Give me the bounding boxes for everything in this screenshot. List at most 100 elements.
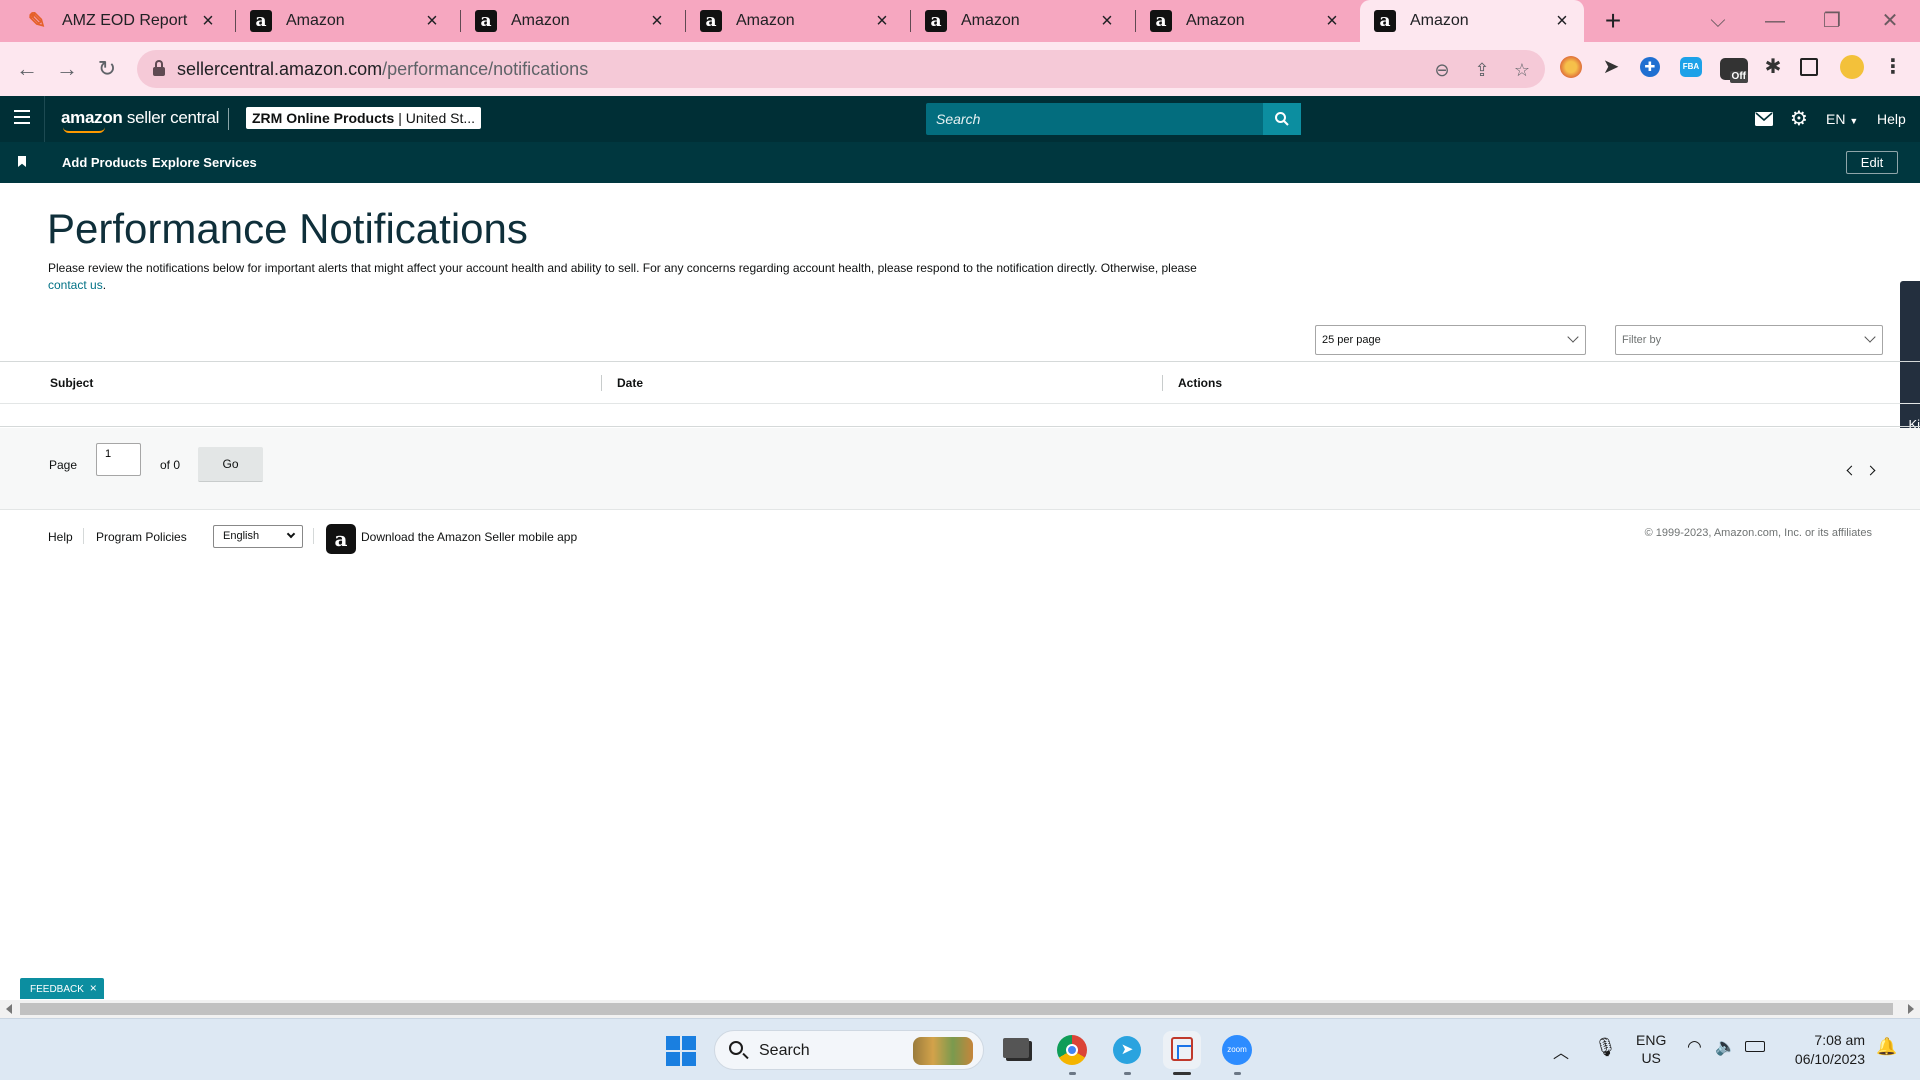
window-close-icon[interactable]: ✕ <box>1870 6 1910 36</box>
amazon-a-icon: a <box>1150 10 1172 32</box>
subnav-explore-services[interactable]: Explore Services <box>152 155 257 170</box>
url-text[interactable]: sellercentral.amazon.com/performance/not… <box>177 59 588 80</box>
zoom-out-icon[interactable]: ⊖ <box>1431 59 1453 81</box>
column-header-date[interactable]: Date <box>617 376 643 390</box>
zoom-icon[interactable]: zoom <box>1218 1031 1256 1075</box>
seller-central-logo[interactable]: amazon seller central <box>61 108 219 133</box>
extension-fba-icon[interactable]: FBA <box>1680 57 1702 77</box>
page-title: Performance Notifications <box>47 205 528 252</box>
chrome-icon[interactable] <box>1053 1031 1091 1075</box>
language-indicator[interactable]: ENG US <box>1636 1031 1666 1067</box>
feedback-button[interactable]: FEEDBACK × <box>20 978 104 999</box>
scroll-left-arrow-icon[interactable] <box>6 1004 12 1014</box>
tab-amazon[interactable]: a Amazon × <box>236 0 454 42</box>
show-hidden-icons-chevron-icon[interactable]: ︿ <box>1553 1039 1569 1063</box>
copyright-text: © 1999-2023, Amazon.com, Inc. or its aff… <box>1644 527 1872 539</box>
side-panel-icon[interactable] <box>1800 58 1818 76</box>
feedback-close-icon[interactable]: × <box>90 981 97 995</box>
file-explorer-icon[interactable] <box>1000 1031 1038 1069</box>
address-bar[interactable]: sellercentral.amazon.com/performance/not… <box>137 50 1545 88</box>
extension-off-icon[interactable]: Off <box>1720 58 1748 83</box>
footer-program-policies-link[interactable]: Program Policies <box>96 530 187 544</box>
scrollbar-thumb[interactable] <box>20 1003 1893 1015</box>
volume-icon[interactable]: 🔈 <box>1715 1037 1736 1057</box>
close-icon[interactable]: × <box>647 11 667 31</box>
close-icon[interactable]: × <box>422 11 442 31</box>
subnav-add-products[interactable]: Add Products <box>62 155 147 170</box>
hamburger-menu-icon[interactable] <box>14 110 30 124</box>
settings-gear-icon[interactable]: ⚙ <box>1790 108 1808 130</box>
battery-icon[interactable] <box>1745 1041 1765 1052</box>
mail-icon[interactable] <box>1755 108 1773 130</box>
reload-icon[interactable]: ↻ <box>92 54 122 84</box>
tab-amazon[interactable]: a Amazon × <box>911 0 1129 42</box>
next-page-icon[interactable] <box>1865 465 1876 476</box>
lock-icon[interactable] <box>153 60 165 76</box>
page-number-input[interactable] <box>96 443 141 476</box>
close-icon[interactable]: × <box>1097 11 1117 31</box>
menu-dots-icon[interactable]: ⋮ <box>1880 54 1906 80</box>
close-icon[interactable]: × <box>872 11 892 31</box>
prev-page-icon[interactable] <box>1846 465 1857 476</box>
header-divider <box>44 96 45 142</box>
store-selector[interactable]: ZRM Online Products | United St... <box>246 107 482 129</box>
bookmark-icon[interactable] <box>18 156 26 167</box>
windows-start-button[interactable] <box>666 1036 696 1066</box>
caret-down-icon: ▼ <box>1849 116 1859 126</box>
download-app-link[interactable]: Download the Amazon Seller mobile app <box>361 530 577 544</box>
tab-search-chevron-icon[interactable]: ⌵ <box>1698 6 1738 36</box>
contact-us-link[interactable]: contact us <box>48 278 103 292</box>
notification-bell-icon[interactable]: 🔔 <box>1876 1037 1897 1057</box>
off-badge: Off <box>1729 71 1748 83</box>
horizontal-scrollbar[interactable] <box>0 1000 1920 1018</box>
header-help-link[interactable]: Help <box>1877 108 1906 130</box>
edit-button[interactable]: Edit <box>1846 151 1898 174</box>
extension-blue-icon[interactable]: ✚ <box>1640 57 1660 77</box>
new-tab-button[interactable]: + <box>1598 6 1628 36</box>
pagination-bar: Page of 0 Go <box>0 428 1920 510</box>
go-button[interactable]: Go <box>198 447 263 482</box>
restore-icon[interactable]: ❐ <box>1812 6 1852 36</box>
taskbar-search[interactable]: Search <box>714 1030 984 1070</box>
microphone-icon[interactable]: 🎙 <box>1594 1037 1617 1058</box>
search-input[interactable] <box>926 103 1264 135</box>
tab-amazon[interactable]: a Amazon × <box>1136 0 1354 42</box>
tab-amazon[interactable]: a Amazon × <box>461 0 679 42</box>
snipping-tool-icon[interactable] <box>1163 1031 1201 1075</box>
tab-amz-eod-report[interactable]: ✎ AMZ EOD Report × <box>12 0 230 42</box>
back-arrow-icon[interactable]: ← <box>12 54 42 84</box>
search-button[interactable] <box>1263 103 1301 135</box>
tab-amazon[interactable]: a Amazon × <box>686 0 904 42</box>
scroll-right-arrow-icon[interactable] <box>1908 1004 1914 1014</box>
telegram-icon[interactable]: ➤ <box>1108 1031 1146 1075</box>
bookmark-star-icon[interactable]: ☆ <box>1511 59 1533 81</box>
column-header-subject[interactable]: Subject <box>50 376 93 390</box>
filter-by-select[interactable]: Filter by <box>1615 325 1883 355</box>
extensions-puzzle-icon[interactable]: ✱ <box>1760 54 1786 80</box>
close-icon[interactable]: × <box>1322 11 1342 31</box>
language-selector[interactable]: EN ▼ <box>1826 108 1858 130</box>
tab-amazon-active[interactable]: a Amazon × <box>1360 0 1584 42</box>
extension-orange-icon[interactable] <box>1560 56 1582 78</box>
per-page-select[interactable]: 25 per page <box>1315 325 1586 355</box>
minimize-icon[interactable]: — <box>1755 6 1795 36</box>
extension-arrow-icon[interactable]: ➤ <box>1598 54 1624 80</box>
footer-help-link[interactable]: Help <box>48 530 73 544</box>
wifi-icon[interactable]: ◠ <box>1687 1037 1702 1057</box>
forward-arrow-icon[interactable]: → <box>52 54 82 84</box>
amazon-a-icon: a <box>1374 10 1396 32</box>
table-header: Subject Date Actions <box>0 362 1920 404</box>
column-header-actions[interactable]: Actions <box>1178 376 1222 390</box>
amazon-a-icon: a <box>250 10 272 32</box>
clock[interactable]: 7:08 am 06/10/2023 <box>1785 1031 1865 1069</box>
search-icon <box>729 1041 743 1055</box>
footer-language-select[interactable]: English <box>213 525 303 548</box>
taskbar-search-label: Search <box>759 1042 810 1059</box>
close-icon[interactable]: × <box>1552 11 1572 31</box>
amazon-app-icon[interactable]: a <box>326 524 356 554</box>
tab-title: Amazon <box>1186 12 1245 29</box>
share-icon[interactable]: ⇪ <box>1471 59 1493 81</box>
seller-central-header: amazon seller central ZRM Online Product… <box>0 96 1920 142</box>
profile-avatar[interactable] <box>1840 55 1864 79</box>
close-icon[interactable]: × <box>198 11 218 31</box>
